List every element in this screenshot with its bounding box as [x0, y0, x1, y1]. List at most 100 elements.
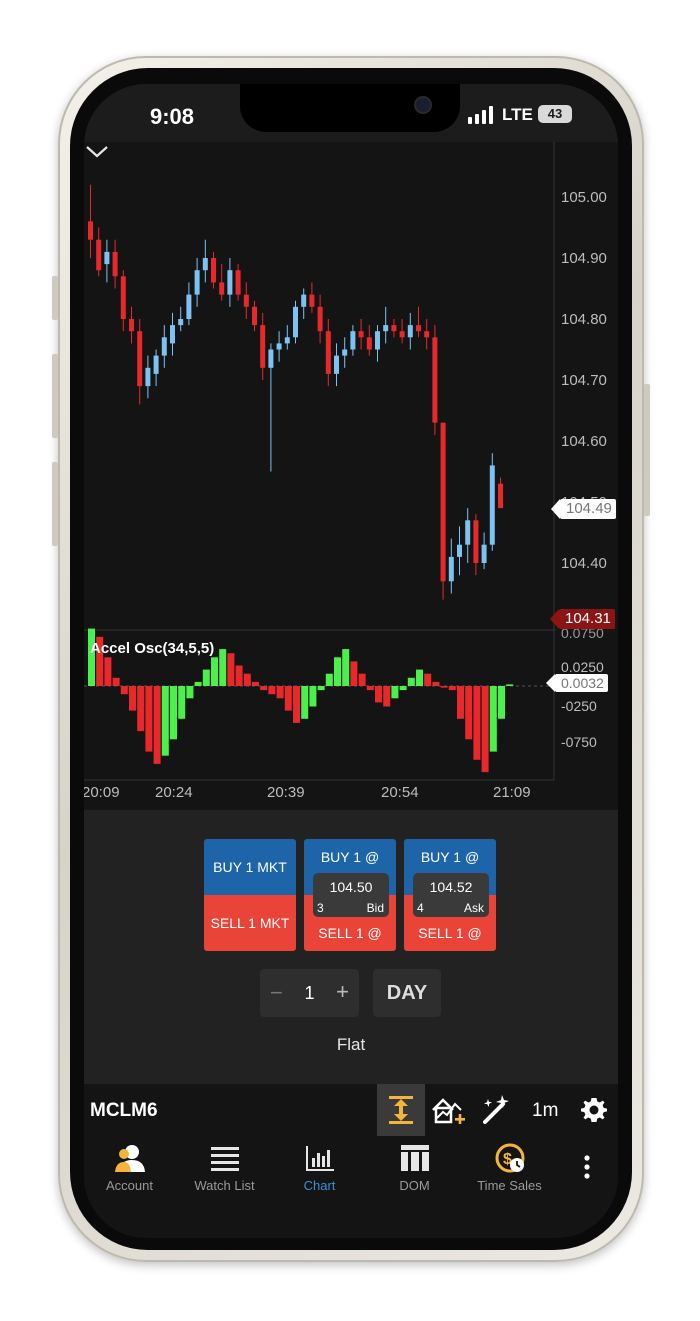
add-study-icon: [432, 1098, 465, 1124]
tab-watch-list[interactable]: Watch List: [177, 1136, 272, 1206]
indicator-axis-label: -0750: [561, 734, 597, 750]
sell-bid-label: SELL 1 @: [318, 925, 382, 941]
candle-body: [358, 331, 364, 338]
bid-order-group: BUY 1 @ SELL 1 @ 104.50 3 Bid: [304, 839, 396, 951]
watch-list-icon: [211, 1147, 239, 1171]
symbol-selector[interactable]: MCLM6: [90, 1100, 158, 1122]
ask-quote: 104.52 4 Ask: [413, 873, 489, 917]
candle-body: [161, 337, 167, 356]
candle-body: [219, 282, 225, 295]
candle-body: [457, 544, 462, 557]
oscillator-bar: [309, 686, 317, 707]
oscillator-bar: [317, 686, 325, 691]
buy-ask-label: BUY 1 @: [420, 849, 480, 865]
add-study-button[interactable]: [425, 1084, 473, 1136]
buy-bid-label: BUY 1 @: [320, 849, 380, 865]
oscillator-bar: [186, 686, 194, 699]
oscillator-bar: [112, 677, 120, 686]
bid-size: 3: [317, 901, 324, 915]
bid-price: 104.50: [329, 879, 373, 895]
oscillator-bar: [219, 649, 227, 686]
autoscale-button[interactable]: [377, 1084, 425, 1136]
ask-size: 4: [417, 901, 424, 915]
oscillator-bar: [366, 686, 374, 691]
candle-body: [481, 544, 487, 563]
oscillator-bar: [424, 673, 432, 686]
gear-icon[interactable]: [580, 1096, 608, 1124]
oscillator-bar: [342, 649, 350, 686]
phone-power-button: [644, 384, 650, 516]
candle-body: [227, 270, 233, 295]
quantity-stepper: − 1 +: [260, 969, 359, 1017]
candle-body: [383, 325, 389, 332]
sell-market-label: SELL 1 MKT: [210, 915, 290, 931]
tab-time-sales[interactable]: $ Time Sales: [462, 1136, 557, 1206]
oscillator-bar: [194, 681, 202, 686]
price-chart[interactable]: 105.00 104.90 104.80 104.70 104.60 104.5…: [84, 142, 618, 810]
bid-quote: 104.50 3 Bid: [313, 873, 389, 917]
notch: [240, 84, 460, 132]
oscillator-bar: [129, 686, 136, 711]
market-order-group: BUY 1 MKT SELL 1 MKT: [204, 839, 296, 951]
battery-icon: 43: [538, 105, 572, 123]
candle-body: [202, 258, 208, 271]
sell-market-button[interactable]: SELL 1 MKT: [204, 895, 296, 951]
oscillator-bar: [202, 669, 210, 686]
tab-label: Time Sales: [477, 1178, 542, 1193]
candle-body: [416, 325, 421, 332]
tab-dom[interactable]: DOM: [367, 1136, 462, 1206]
oscillator-bar: [358, 673, 366, 686]
drawing-tools-button[interactable]: [473, 1084, 521, 1136]
tab-chart[interactable]: Chart: [272, 1136, 367, 1206]
oscillator-bar: [325, 673, 333, 686]
phone-volume-down-button: [52, 462, 58, 546]
oscillator-bar: [153, 686, 161, 764]
candle-body: [170, 325, 175, 344]
quantity-increase-button[interactable]: +: [336, 979, 349, 1005]
candle-body: [284, 337, 290, 344]
oscillator-bar: [120, 686, 128, 695]
bid-label: Bid: [366, 901, 384, 915]
tab-account[interactable]: Account: [84, 1136, 177, 1206]
candle-body: [194, 270, 200, 295]
oscillator-bar: [227, 653, 235, 686]
x-axis-label: 21:09: [493, 784, 531, 801]
tab-label: Watch List: [194, 1178, 255, 1193]
y-axis-label: 104.70: [561, 372, 607, 389]
candle-body: [317, 306, 323, 332]
chart-area[interactable]: 105.00 104.90 104.80 104.70 104.60 104.5…: [84, 142, 618, 810]
candle-body: [153, 355, 159, 374]
oscillator-bar: [276, 686, 284, 699]
oscillator-bar: [432, 681, 440, 686]
dom-icon: [401, 1145, 429, 1171]
chart-icon: [306, 1146, 334, 1171]
candle-body: [334, 355, 339, 374]
indicator-value-tag: 0.0032: [546, 674, 608, 692]
status-bar: 9:08 LTE 43: [84, 84, 618, 142]
indicator-name[interactable]: Accel Osc(34,5,5): [90, 640, 214, 657]
x-axis-label: 20:39: [267, 784, 305, 801]
y-axis-label: 104.60: [561, 433, 607, 450]
phone-volume-up-button: [52, 354, 58, 438]
more-menu-icon[interactable]: [580, 1152, 594, 1182]
ask-label: Ask: [463, 901, 484, 915]
magic-wand-icon: [483, 1095, 509, 1124]
candle-body: [489, 465, 495, 545]
oscillator-bar: [178, 686, 186, 719]
oscillator-bar: [489, 686, 497, 752]
time-in-force-button[interactable]: DAY: [373, 969, 441, 1017]
time-sales-icon: $: [495, 1143, 525, 1173]
oscillator-bar: [334, 657, 341, 686]
candle-body: [186, 294, 192, 319]
oscillator-bar: [268, 686, 276, 695]
oscillator-bar: [260, 686, 268, 691]
camera-icon: [416, 98, 430, 112]
timeframe-selector[interactable]: 1m: [532, 1100, 558, 1122]
chevron-down-icon[interactable]: [84, 142, 110, 160]
candle-body: [448, 556, 454, 582]
candle-body: [260, 325, 266, 368]
buy-market-button[interactable]: BUY 1 MKT: [204, 839, 296, 895]
oscillator-bar: [293, 686, 300, 723]
oscillator-bar: [506, 684, 514, 686]
oscillator-bar: [407, 677, 415, 686]
